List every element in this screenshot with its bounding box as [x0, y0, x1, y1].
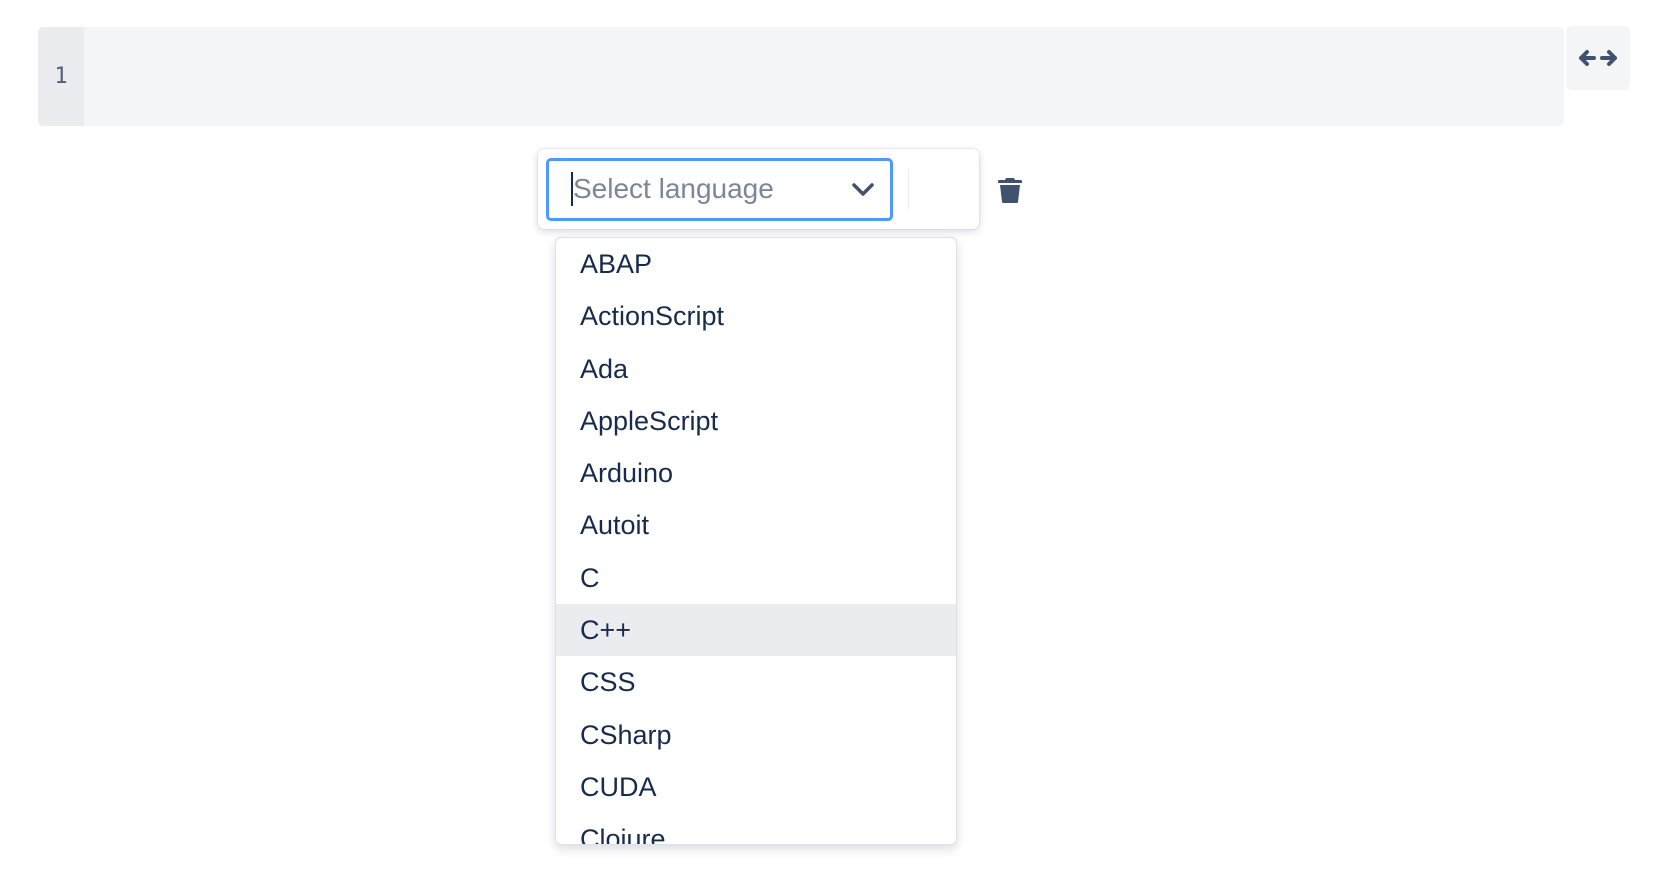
language-option[interactable]: CUDA — [556, 761, 956, 813]
toolbar-divider — [908, 169, 909, 209]
trash-icon[interactable] — [997, 177, 1023, 204]
language-dropdown-menu[interactable]: ABAP ActionScript Ada AppleScript Arduino Aut… — [555, 237, 957, 845]
chevron-down-icon[interactable] — [850, 177, 876, 203]
language-option[interactable]: ABAP — [556, 238, 956, 290]
language-option[interactable]: ActionScript — [556, 290, 956, 342]
line-number: 1 — [38, 27, 84, 126]
language-option[interactable]: C++ — [556, 604, 956, 657]
language-select[interactable]: Select language — [546, 158, 893, 221]
code-block-editor[interactable]: 1 — [38, 27, 1564, 126]
language-option[interactable]: AppleScript — [556, 395, 956, 447]
language-option[interactable]: CSS — [556, 656, 956, 708]
code-block-toolbar: Select language — [538, 149, 1022, 229]
expand-arrows-icon — [1579, 50, 1617, 66]
language-option[interactable]: Autoit — [556, 499, 956, 551]
language-option[interactable]: C — [556, 552, 956, 604]
language-select-placeholder: Select language — [571, 172, 774, 206]
language-option[interactable]: CSharp — [556, 709, 956, 761]
language-option[interactable]: Clojure — [556, 813, 956, 844]
language-option[interactable]: Ada — [556, 343, 956, 395]
language-option[interactable]: Arduino — [556, 447, 956, 499]
toggle-width-button[interactable] — [1566, 26, 1630, 90]
